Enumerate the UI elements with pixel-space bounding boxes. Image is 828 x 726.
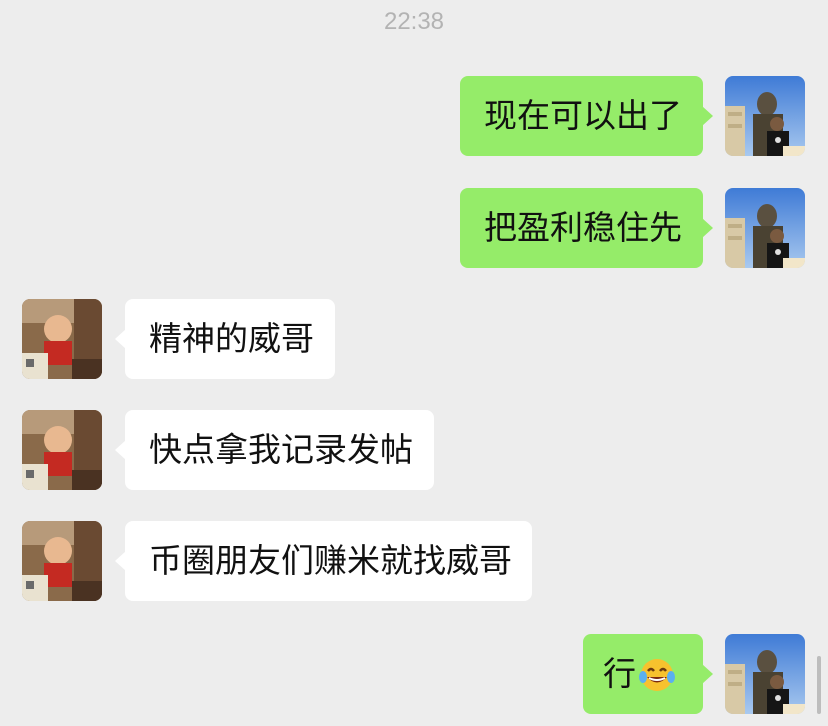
my-avatar[interactable] xyxy=(725,634,805,714)
avatar-man-photo-icon xyxy=(725,634,805,714)
contact-avatar[interactable] xyxy=(22,521,102,601)
my-avatar[interactable] xyxy=(725,76,805,156)
my-avatar[interactable] xyxy=(725,188,805,268)
message-bubble-received[interactable]: 快点拿我记录发帖 xyxy=(115,410,434,490)
message-bubble-received[interactable]: 币圈朋友们赚米就找威哥 xyxy=(115,521,532,601)
message-text: 精神的威哥 xyxy=(149,319,314,358)
message-bubble-received[interactable]: 精神的威哥 xyxy=(115,299,335,379)
avatar-baby-photo-icon xyxy=(22,299,102,379)
message-text: 行 xyxy=(603,654,636,693)
scrollbar[interactable] xyxy=(817,656,821,714)
avatar-man-photo-icon xyxy=(725,76,805,156)
avatar-baby-photo-icon xyxy=(22,521,102,601)
message-bubble-sent[interactable]: 现在可以出了 xyxy=(460,76,713,156)
message-text: 快点拿我记录发帖 xyxy=(149,430,413,469)
message-text: 现在可以出了 xyxy=(484,96,682,135)
contact-avatar[interactable] xyxy=(22,410,102,490)
message-text: 把盈利稳住先 xyxy=(484,208,682,247)
message-text: 币圈朋友们赚米就找威哥 xyxy=(149,541,512,580)
message-bubble-sent[interactable]: 行 xyxy=(583,634,713,714)
message-bubble-sent[interactable]: 把盈利稳住先 xyxy=(460,188,713,268)
contact-avatar[interactable] xyxy=(22,299,102,379)
avatar-man-photo-icon xyxy=(725,188,805,268)
chat-timestamp: 22:38 xyxy=(383,8,445,35)
face-with-tears-of-joy-icon xyxy=(639,659,675,691)
avatar-baby-photo-icon xyxy=(22,410,102,490)
